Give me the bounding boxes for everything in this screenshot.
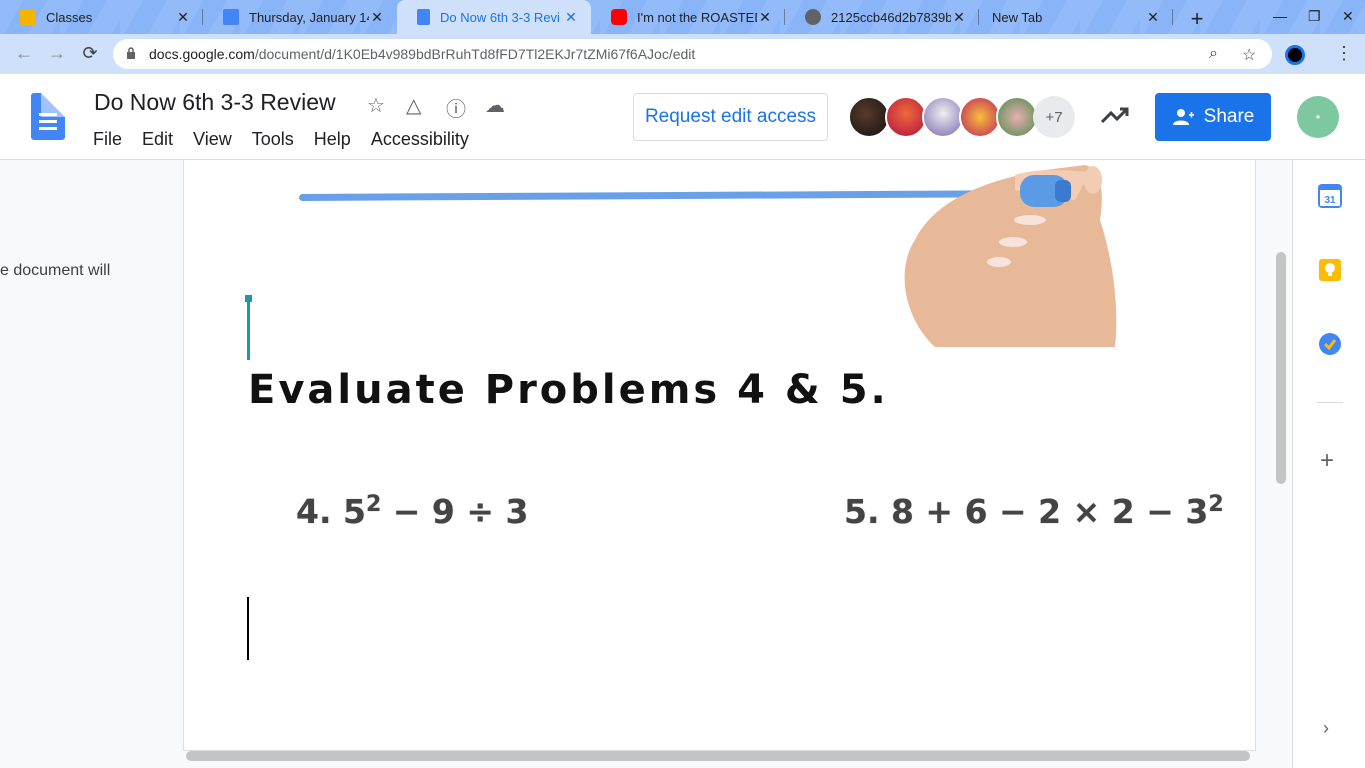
- hand-with-marker-image: [904, 165, 1117, 347]
- collaborator-avatar[interactable]: [959, 96, 1001, 138]
- calendar-icon[interactable]: 31: [1318, 184, 1342, 208]
- back-icon[interactable]: ←: [14, 43, 34, 64]
- tab-title: Classes: [46, 9, 93, 25]
- add-to-drive-icon[interactable]: △: [406, 93, 421, 118]
- youtube-icon: [611, 9, 627, 25]
- tab-thursday[interactable]: Thursday, January 14, ✕: [203, 0, 397, 34]
- menu-edit[interactable]: Edit: [142, 129, 173, 150]
- text-cursor: [247, 597, 249, 660]
- tab-classes[interactable]: Classes ✕: [0, 0, 203, 34]
- tasks-icon[interactable]: [1318, 332, 1342, 356]
- menu-tools[interactable]: Tools: [252, 129, 294, 150]
- collaborator-cursor: [245, 295, 252, 360]
- contact-icon: [223, 9, 239, 25]
- bookmark-star-icon[interactable]: ☆: [1242, 45, 1256, 65]
- browser-profile-avatar[interactable]: [1285, 45, 1305, 65]
- tab-do-now[interactable]: Do Now 6th 3-3 Review ✕: [397, 0, 591, 34]
- chevron-right-icon[interactable]: ›: [1323, 718, 1329, 739]
- close-icon[interactable]: ✕: [1145, 9, 1161, 26]
- collaborator-avatar[interactable]: [848, 96, 890, 138]
- side-panel: 31 + ›: [1292, 160, 1365, 768]
- docs-home-icon[interactable]: [31, 93, 65, 140]
- zoom-icon[interactable]: ⌕: [1209, 45, 1218, 63]
- tab-title: 2125ccb46d2b7839b2: [831, 9, 951, 25]
- close-icon[interactable]: ✕: [175, 9, 191, 26]
- docs-header: Do Now 6th 3-3 Review ☆ △ ⓘ ☁ File Edit …: [0, 74, 1365, 160]
- share-label: Share: [1203, 106, 1255, 127]
- document-title[interactable]: Do Now 6th 3-3 Review: [94, 89, 336, 116]
- tab-title: Thursday, January 14,: [249, 9, 369, 25]
- close-icon[interactable]: ✕: [369, 9, 385, 26]
- collaborator-avatar[interactable]: [996, 96, 1038, 138]
- request-edit-access-button[interactable]: Request edit access: [633, 93, 828, 141]
- document-canvas: e document will Evaluate Problems 4 & 5.…: [0, 160, 1292, 768]
- reload-icon[interactable]: ⟳: [80, 43, 100, 64]
- document-page[interactable]: Evaluate Problems 4 & 5. 4. 52 − 9 ÷ 3 5…: [184, 160, 1255, 750]
- tab-title: Do Now 6th 3-3 Review: [440, 9, 560, 25]
- classroom-icon: [20, 9, 36, 25]
- menu-bar: File Edit View Tools Help Accessibility: [93, 129, 489, 150]
- account-avatar[interactable]: •: [1297, 96, 1339, 138]
- new-tab-button[interactable]: +: [1186, 6, 1208, 32]
- more-collaborators-badge[interactable]: +7: [1033, 96, 1075, 138]
- collaborator-avatars: +7: [848, 96, 1075, 138]
- url-text: docs.google.com/document/d/1K0Eb4v989bdB…: [149, 46, 696, 62]
- horizontal-scrollbar[interactable]: [186, 751, 1250, 761]
- lock-icon: [127, 47, 135, 59]
- person-add-icon: [1172, 109, 1194, 125]
- tab-strip: Classes ✕ Thursday, January 14, ✕ Do Now…: [0, 0, 1365, 34]
- tab-title: New Tab: [992, 9, 1043, 25]
- tab-title: I'm not the ROASTED F: [637, 9, 757, 25]
- collaborator-avatar[interactable]: [885, 96, 927, 138]
- side-notice-text: e document will: [0, 262, 111, 279]
- panel-divider: [1317, 402, 1343, 403]
- close-icon[interactable]: ✕: [757, 9, 773, 26]
- browser-menu-icon[interactable]: ⋮: [1335, 43, 1353, 64]
- tab-youtube[interactable]: I'm not the ROASTED F ✕: [591, 0, 785, 34]
- window-close-icon[interactable]: ✕: [1342, 8, 1354, 25]
- vertical-scrollbar[interactable]: [1276, 252, 1286, 484]
- maximize-icon[interactable]: ❐: [1308, 8, 1321, 25]
- address-bar[interactable]: docs.google.com/document/d/1K0Eb4v989bdB…: [113, 39, 1272, 69]
- svg-text:31: 31: [1324, 195, 1336, 206]
- tab-new-tab[interactable]: New Tab ✕: [979, 0, 1173, 34]
- keep-icon[interactable]: [1318, 258, 1342, 282]
- menu-help[interactable]: Help: [314, 129, 351, 150]
- minimize-icon[interactable]: —: [1273, 8, 1287, 24]
- star-icon[interactable]: ☆: [367, 93, 385, 118]
- close-icon[interactable]: ✕: [563, 9, 579, 26]
- problem-4: 4. 52 − 9 ÷ 3: [296, 492, 529, 531]
- browser-toolbar: ← → ⟳ docs.google.com/document/d/1K0Eb4v…: [0, 34, 1365, 74]
- forward-icon[interactable]: →: [47, 43, 67, 64]
- collaborator-avatar[interactable]: [922, 96, 964, 138]
- info-icon[interactable]: ⓘ: [446, 93, 466, 122]
- docs-icon: [417, 9, 430, 25]
- close-icon[interactable]: ✕: [951, 9, 967, 26]
- menu-accessibility[interactable]: Accessibility: [371, 129, 469, 150]
- menu-view[interactable]: View: [193, 129, 232, 150]
- cloud-status-icon[interactable]: ☁: [485, 93, 505, 118]
- globe-icon: [805, 9, 821, 25]
- menu-file[interactable]: File: [93, 129, 122, 150]
- problem-5: 5. 8 + 6 − 2 × 2 − 32: [844, 492, 1224, 531]
- tab-hash[interactable]: 2125ccb46d2b7839b2 ✕: [785, 0, 979, 34]
- add-addon-icon[interactable]: +: [1320, 447, 1334, 475]
- document-heading: Evaluate Problems 4 & 5.: [248, 367, 889, 413]
- activity-dashboard-icon[interactable]: [1100, 104, 1130, 128]
- share-button[interactable]: Share: [1155, 93, 1271, 141]
